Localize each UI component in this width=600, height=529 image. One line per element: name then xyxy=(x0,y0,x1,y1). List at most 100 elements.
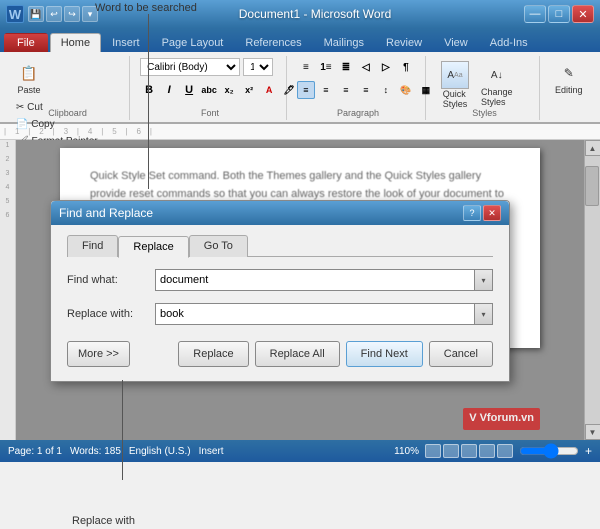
replace-with-input[interactable] xyxy=(155,303,475,325)
ribbon-group-styles: AAa QuickStyles A↓ ChangeStyles Styles xyxy=(430,56,540,120)
change-styles-label: ChangeStyles xyxy=(481,87,513,107)
replace-with-row: Replace with: ▾ xyxy=(67,303,493,325)
dialog-title-buttons: ? ✕ xyxy=(463,205,501,221)
tab-insert[interactable]: Insert xyxy=(101,33,151,52)
align-center-button[interactable]: ≡ xyxy=(317,81,335,99)
quick-styles-icon: AAa xyxy=(441,61,469,89)
zoom-info: 110% xyxy=(394,446,419,457)
tab-goto[interactable]: Go To xyxy=(189,235,248,257)
replace-dropdown-btn[interactable]: ▾ xyxy=(475,303,493,325)
language-info: English (U.S.) xyxy=(129,446,191,457)
increase-indent-button[interactable]: ▷ xyxy=(377,58,395,76)
tab-home[interactable]: Home xyxy=(50,33,101,52)
window-title: Document1 - Microsoft Word xyxy=(106,7,524,21)
tab-file[interactable]: File xyxy=(4,33,48,52)
maximize-button[interactable]: □ xyxy=(548,5,570,23)
quick-access-more[interactable]: ▾ xyxy=(82,6,98,22)
numbering-button[interactable]: 1≡ xyxy=(317,58,335,76)
font-size-select[interactable]: 11 xyxy=(243,58,273,76)
find-input-wrap: ▾ xyxy=(155,269,493,291)
clipboard-buttons: 📋 Paste ✂ Cut 📄 Copy 🖌 Format Painter xyxy=(12,58,123,149)
title-bar: W 💾 ↩ ↪ ▾ Document1 - Microsoft Word — □… xyxy=(0,0,600,28)
mode-info: Insert xyxy=(199,446,224,457)
tab-view[interactable]: View xyxy=(433,33,479,52)
replace-button[interactable]: Replace xyxy=(178,341,248,367)
find-dropdown-btn[interactable]: ▾ xyxy=(475,269,493,291)
page-info: Page: 1 of 1 xyxy=(8,446,62,457)
font-name-select[interactable]: Calibri (Body) xyxy=(140,58,240,76)
justify-button[interactable]: ≡ xyxy=(357,81,375,99)
dialog-title-bar: Find and Replace ? ✕ xyxy=(51,201,509,225)
view-btn-3[interactable] xyxy=(461,444,477,458)
dialog-tabs: Find Replace Go To xyxy=(67,235,493,257)
paste-icon: 📋 xyxy=(17,61,41,85)
find-replace-dialog: Find and Replace ? ✕ Find Replace Go To xyxy=(50,200,510,382)
zoom-plus[interactable]: + xyxy=(585,444,592,458)
font-color-button[interactable]: A xyxy=(260,81,278,99)
strikethrough-button[interactable]: abc xyxy=(200,81,218,99)
dialog-title: Find and Replace xyxy=(59,206,463,220)
tab-mailings[interactable]: Mailings xyxy=(313,33,375,52)
multilevel-button[interactable]: ≣ xyxy=(337,58,355,76)
find-what-input[interactable] xyxy=(155,269,475,291)
tab-find[interactable]: Find xyxy=(67,235,118,257)
align-right-button[interactable]: ≡ xyxy=(337,81,355,99)
styles-buttons: AAa QuickStyles A↓ ChangeStyles xyxy=(436,58,518,112)
window-controls: — □ ✕ xyxy=(524,5,594,23)
view-btn-4[interactable] xyxy=(479,444,495,458)
quick-styles-label: QuickStyles xyxy=(443,89,468,109)
dialog-content: Find Replace Go To Find what: ▾ Replace … xyxy=(51,225,509,381)
line-spacing-button[interactable]: ↕ xyxy=(377,81,395,99)
cancel-button[interactable]: Cancel xyxy=(429,341,493,367)
bullets-button[interactable]: ≡ xyxy=(297,58,315,76)
redo-quick-btn[interactable]: ↪ xyxy=(64,6,80,22)
paragraph-buttons: ≡ 1≡ ≣ ◁ ▷ ¶ ≡ ≡ ≡ ≡ ↕ 🎨 ▦ xyxy=(297,58,435,99)
dialog-overlay: Find and Replace ? ✕ Find Replace Go To xyxy=(0,140,600,440)
replace-all-button[interactable]: Replace All xyxy=(255,341,340,367)
more-button[interactable]: More >> xyxy=(67,341,130,367)
dialog-close-button[interactable]: ✕ xyxy=(483,205,501,221)
view-buttons xyxy=(425,444,513,458)
underline-button[interactable]: U xyxy=(180,81,198,99)
change-styles-button[interactable]: A↓ ChangeStyles xyxy=(476,60,518,110)
word-icon: W xyxy=(6,5,24,23)
editing-button[interactable]: ✎ Editing xyxy=(550,58,588,98)
document-area: 123456 Quick Style Set command. Both the… xyxy=(0,140,600,440)
change-styles-icon: A↓ xyxy=(485,63,509,87)
minimize-button[interactable]: — xyxy=(524,5,546,23)
annotation-replace-with: Replace with xyxy=(72,515,135,527)
tab-replace[interactable]: Replace xyxy=(118,236,188,258)
superscript-button[interactable]: x² xyxy=(240,81,258,99)
tab-addins[interactable]: Add-Ins xyxy=(479,33,539,52)
tab-review[interactable]: Review xyxy=(375,33,433,52)
find-next-button[interactable]: Find Next xyxy=(346,341,423,367)
subscript-button[interactable]: x₂ xyxy=(220,81,238,99)
align-left-button[interactable]: ≡ xyxy=(297,81,315,99)
ribbon-group-font: Calibri (Body) 11 B I U abc x₂ x² A 🖊 Fo… xyxy=(134,56,287,120)
tab-page-layout[interactable]: Page Layout xyxy=(151,33,235,52)
paste-button[interactable]: 📋 Paste xyxy=(12,58,46,98)
styles-label: Styles xyxy=(430,108,539,118)
quick-styles-button[interactable]: AAa QuickStyles xyxy=(436,58,474,112)
copy-button[interactable]: 📄 Copy xyxy=(12,117,102,132)
ribbon-group-clipboard: 📋 Paste ✂ Cut 📄 Copy 🖌 Format Painter Cl… xyxy=(6,56,130,120)
bold-button[interactable]: B xyxy=(140,81,158,99)
save-quick-btn[interactable]: 💾 xyxy=(28,6,44,22)
editing-icon: ✎ xyxy=(557,61,581,85)
clipboard-label: Clipboard xyxy=(6,108,129,118)
find-what-row: Find what: ▾ xyxy=(67,269,493,291)
view-btn-1[interactable] xyxy=(425,444,441,458)
ribbon-tabs: File Home Insert Page Layout References … xyxy=(0,28,600,52)
dialog-help-button[interactable]: ? xyxy=(463,205,481,221)
close-button[interactable]: ✕ xyxy=(572,5,594,23)
shading-button[interactable]: 🎨 xyxy=(397,81,415,99)
view-btn-5[interactable] xyxy=(497,444,513,458)
tab-references[interactable]: References xyxy=(234,33,312,52)
zoom-slider[interactable] xyxy=(519,445,579,457)
show-hide-button[interactable]: ¶ xyxy=(397,58,415,76)
undo-quick-btn[interactable]: ↩ xyxy=(46,6,62,22)
italic-button[interactable]: I xyxy=(160,81,178,99)
font-label: Font xyxy=(134,108,286,118)
decrease-indent-button[interactable]: ◁ xyxy=(357,58,375,76)
view-btn-2[interactable] xyxy=(443,444,459,458)
